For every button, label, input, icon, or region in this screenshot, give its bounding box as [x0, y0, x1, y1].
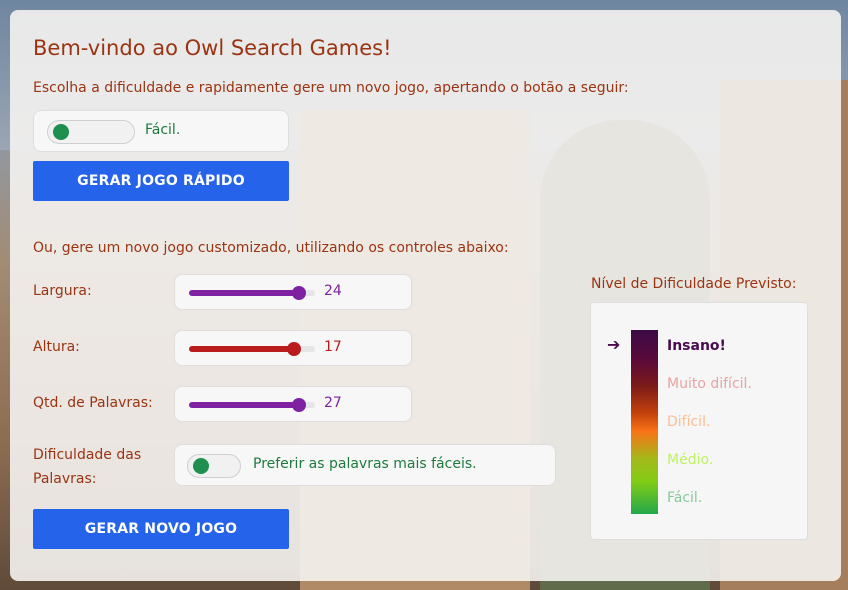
quick-generate-button[interactable]: GERAR JOGO RÁPIDO [33, 161, 289, 201]
main-card: Bem-vindo ao Owl Search Games! Escolha a… [10, 10, 841, 581]
toggle-knob [193, 458, 209, 474]
slider-thumb[interactable] [292, 398, 306, 412]
slider-fill [189, 346, 294, 352]
height-slider[interactable] [189, 342, 315, 356]
width-control: 24 [174, 274, 412, 310]
height-value: 17 [324, 339, 342, 355]
level-insano: Insano! [667, 338, 726, 354]
width-slider[interactable] [189, 286, 315, 300]
difficulty-gradient-bar [631, 330, 658, 514]
toggle-knob [53, 124, 69, 140]
height-label: Altura: [33, 339, 80, 355]
level-medio: Médio. [667, 452, 714, 468]
quick-description: Escolha a dificuldade e rapidamente gere… [33, 80, 629, 96]
level-facil: Fácil. [667, 490, 703, 506]
current-level-arrow-icon: ➔ [607, 335, 621, 354]
level-dificil: Difícil. [667, 414, 711, 430]
difficulty-panel: ➔ Insano! Muito difícil. Difícil. Médio.… [590, 302, 808, 540]
difficulty-panel-title: Nível de Dificuldade Previsto: [591, 276, 797, 292]
word-difficulty-toggle-label: Preferir as palavras mais fáceis. [253, 456, 477, 472]
page-title: Bem-vindo ao Owl Search Games! [33, 36, 392, 60]
width-label: Largura: [33, 283, 92, 299]
slider-thumb[interactable] [287, 342, 301, 356]
slider-fill [189, 402, 299, 408]
word-difficulty-toggle[interactable] [187, 454, 241, 478]
quick-difficulty-box: Fácil. [33, 110, 289, 152]
word-count-slider[interactable] [189, 398, 315, 412]
word-count-control: 27 [174, 386, 412, 422]
height-control: 17 [174, 330, 412, 366]
custom-description: Ou, gere um novo jogo customizado, utili… [33, 240, 509, 256]
slider-thumb[interactable] [292, 286, 306, 300]
custom-generate-button[interactable]: GERAR NOVO JOGO [33, 509, 289, 549]
level-muito-dificil: Muito difícil. [667, 376, 752, 392]
word-difficulty-label: Dificuldade das Palavras: [33, 447, 142, 487]
slider-fill [189, 290, 299, 296]
word-difficulty-box: Preferir as palavras mais fáceis. [174, 444, 556, 486]
width-value: 24 [324, 283, 342, 299]
quick-difficulty-toggle[interactable] [47, 120, 135, 144]
quick-difficulty-label: Fácil. [145, 122, 181, 138]
word-count-value: 27 [324, 395, 342, 411]
word-count-label: Qtd. de Palavras: [33, 395, 153, 411]
